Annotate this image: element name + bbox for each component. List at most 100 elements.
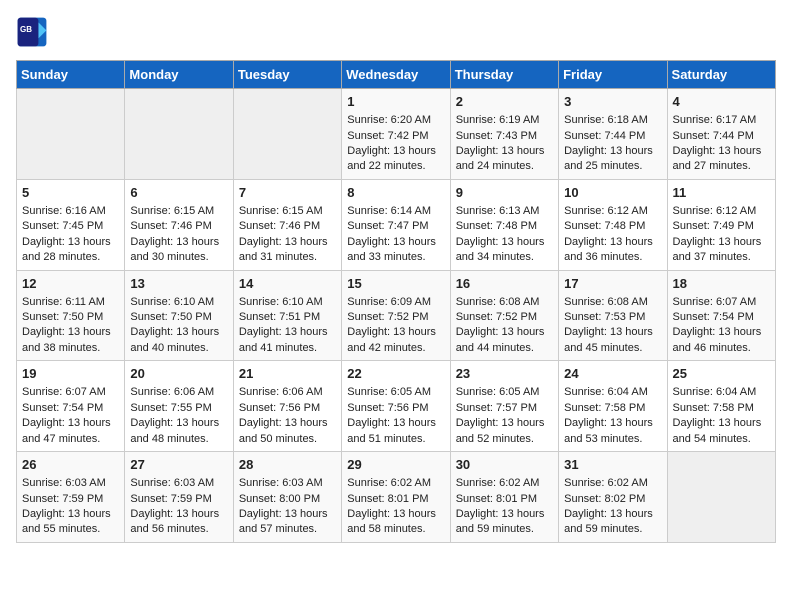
sunrise: Sunrise: 6:18 AM xyxy=(564,114,648,126)
sunrise: Sunrise: 6:04 AM xyxy=(673,386,757,398)
sunset: Sunset: 8:00 PM xyxy=(239,493,320,505)
calendar-day-cell: 31Sunrise: 6:02 AMSunset: 8:02 PMDayligh… xyxy=(559,452,667,543)
sunrise: Sunrise: 6:10 AM xyxy=(130,296,214,308)
calendar-table: SundayMondayTuesdayWednesdayThursdayFrid… xyxy=(16,60,776,543)
day-number: 29 xyxy=(347,456,444,474)
day-number: 30 xyxy=(456,456,553,474)
day-number: 12 xyxy=(22,275,119,293)
sunset: Sunset: 7:44 PM xyxy=(564,130,645,142)
sunset: Sunset: 7:48 PM xyxy=(456,220,537,232)
daylight: Daylight: 13 hours and 54 minutes. xyxy=(673,417,762,444)
sunrise: Sunrise: 6:03 AM xyxy=(130,477,214,489)
calendar-week-row: 1 Sunrise: 6:20 AM Sunset: 7:42 PM Daylight… xyxy=(17,89,776,180)
calendar-day-cell: 19Sunrise: 6:07 AMSunset: 7:54 PMDayligh… xyxy=(17,361,125,452)
sunrise: Sunrise: 6:03 AM xyxy=(239,477,323,489)
daylight: Daylight: 13 hours and 47 minutes. xyxy=(22,417,111,444)
sunrise: Sunrise: 6:02 AM xyxy=(347,477,431,489)
sunset: Sunset: 7:55 PM xyxy=(130,402,211,414)
calendar-day-cell: 12Sunrise: 6:11 AMSunset: 7:50 PMDayligh… xyxy=(17,270,125,361)
calendar-day-cell: 20Sunrise: 6:06 AMSunset: 7:55 PMDayligh… xyxy=(125,361,233,452)
logo: GB xyxy=(16,16,52,48)
calendar-day-cell: 10Sunrise: 6:12 AMSunset: 7:48 PMDayligh… xyxy=(559,179,667,270)
calendar-day-cell: 6Sunrise: 6:15 AMSunset: 7:46 PMDaylight… xyxy=(125,179,233,270)
weekday-header: Thursday xyxy=(450,61,558,89)
calendar-header: SundayMondayTuesdayWednesdayThursdayFrid… xyxy=(17,61,776,89)
sunset: Sunset: 7:59 PM xyxy=(22,493,103,505)
sunset: Sunset: 7:47 PM xyxy=(347,220,428,232)
sunrise: Sunrise: 6:15 AM xyxy=(239,205,323,217)
day-number: 4 xyxy=(673,93,770,111)
sunrise: Sunrise: 6:09 AM xyxy=(347,296,431,308)
daylight: Daylight: 13 hours and 45 minutes. xyxy=(564,326,653,353)
sunset: Sunset: 7:50 PM xyxy=(130,311,211,323)
sunrise: Sunrise: 6:06 AM xyxy=(239,386,323,398)
day-number: 5 xyxy=(22,184,119,202)
sunset: Sunset: 7:56 PM xyxy=(239,402,320,414)
daylight: Daylight: 13 hours and 34 minutes. xyxy=(456,236,545,263)
sunrise: Sunrise: 6:16 AM xyxy=(22,205,106,217)
daylight: Daylight: 13 hours and 42 minutes. xyxy=(347,326,436,353)
sunrise: Sunrise: 6:19 AM xyxy=(456,114,540,126)
sunset: Sunset: 7:42 PM xyxy=(347,130,428,142)
sunset: Sunset: 7:50 PM xyxy=(22,311,103,323)
sunrise: Sunrise: 6:10 AM xyxy=(239,296,323,308)
calendar-day-cell: 1 Sunrise: 6:20 AM Sunset: 7:42 PM Daylight… xyxy=(342,89,450,180)
day-number: 14 xyxy=(239,275,336,293)
sunset: Sunset: 7:59 PM xyxy=(130,493,211,505)
sunrise: Sunrise: 6:07 AM xyxy=(673,296,757,308)
calendar-week-row: 12 Sunrise: 6:11 AM Sunset: 7:50 PM Dayligh… xyxy=(17,270,776,361)
daylight: Daylight: 13 hours and 59 minutes. xyxy=(564,508,653,535)
sunrise: Sunrise: 6:15 AM xyxy=(130,205,214,217)
sunset: Sunset: 7:49 PM xyxy=(673,220,754,232)
calendar-day-cell: 28Sunrise: 6:03 AMSunset: 8:00 PMDayligh… xyxy=(233,452,341,543)
sunset: Sunset: 7:44 PM xyxy=(673,130,754,142)
sunset: Sunset: 7:54 PM xyxy=(673,311,754,323)
day-number: 23 xyxy=(456,365,553,383)
sunrise: Sunrise: 6:08 AM xyxy=(564,296,648,308)
day-number: 1 xyxy=(347,93,444,111)
day-number: 24 xyxy=(564,365,661,383)
sunset: Sunset: 7:58 PM xyxy=(564,402,645,414)
sunrise: Sunrise: 6:11 AM xyxy=(22,296,105,308)
calendar-day-cell: 16Sunrise: 6:08 AMSunset: 7:52 PMDayligh… xyxy=(450,270,558,361)
calendar-day-cell: 23Sunrise: 6:05 AMSunset: 7:57 PMDayligh… xyxy=(450,361,558,452)
calendar-body: 1 Sunrise: 6:20 AM Sunset: 7:42 PM Daylight… xyxy=(17,89,776,543)
calendar-day-cell xyxy=(233,89,341,180)
day-number: 8 xyxy=(347,184,444,202)
day-number: 6 xyxy=(130,184,227,202)
daylight: Daylight: 13 hours and 40 minutes. xyxy=(130,326,219,353)
sunrise: Sunrise: 6:12 AM xyxy=(564,205,648,217)
calendar-day-cell xyxy=(17,89,125,180)
calendar-day-cell: 27Sunrise: 6:03 AMSunset: 7:59 PMDayligh… xyxy=(125,452,233,543)
sunrise: Sunrise: 6:14 AM xyxy=(347,205,431,217)
calendar-day-cell: 3Sunrise: 6:18 AMSunset: 7:44 PMDaylight… xyxy=(559,89,667,180)
daylight: Daylight: 13 hours and 22 minutes. xyxy=(347,145,436,172)
calendar-week-row: 5 Sunrise: 6:16 AM Sunset: 7:45 PM Daylight… xyxy=(17,179,776,270)
sunset: Sunset: 7:54 PM xyxy=(22,402,103,414)
daylight: Daylight: 13 hours and 37 minutes. xyxy=(673,236,762,263)
daylight: Daylight: 13 hours and 51 minutes. xyxy=(347,417,436,444)
sunrise: Sunrise: 6:03 AM xyxy=(22,477,106,489)
sunset: Sunset: 7:58 PM xyxy=(673,402,754,414)
sunrise: Sunrise: 6:13 AM xyxy=(456,205,540,217)
sunset: Sunset: 7:45 PM xyxy=(22,220,103,232)
sunset: Sunset: 7:46 PM xyxy=(239,220,320,232)
sunrise: Sunrise: 6:05 AM xyxy=(456,386,540,398)
page-header: GB xyxy=(16,16,776,48)
calendar-day-cell: 21Sunrise: 6:06 AMSunset: 7:56 PMDayligh… xyxy=(233,361,341,452)
daylight: Daylight: 13 hours and 31 minutes. xyxy=(239,236,328,263)
weekday-header: Sunday xyxy=(17,61,125,89)
sunset: Sunset: 7:57 PM xyxy=(456,402,537,414)
sunset: Sunset: 7:46 PM xyxy=(130,220,211,232)
calendar-day-cell: 29Sunrise: 6:02 AMSunset: 8:01 PMDayligh… xyxy=(342,452,450,543)
calendar-week-row: 26Sunrise: 6:03 AMSunset: 7:59 PMDayligh… xyxy=(17,452,776,543)
sunrise: Sunrise: 6:06 AM xyxy=(130,386,214,398)
weekday-header: Friday xyxy=(559,61,667,89)
day-number: 11 xyxy=(673,184,770,202)
calendar-week-row: 19Sunrise: 6:07 AMSunset: 7:54 PMDayligh… xyxy=(17,361,776,452)
calendar-day-cell: 24Sunrise: 6:04 AMSunset: 7:58 PMDayligh… xyxy=(559,361,667,452)
sunrise: Sunrise: 6:20 AM xyxy=(347,114,431,126)
daylight: Daylight: 13 hours and 55 minutes. xyxy=(22,508,111,535)
day-number: 2 xyxy=(456,93,553,111)
calendar-day-cell: 8Sunrise: 6:14 AMSunset: 7:47 PMDaylight… xyxy=(342,179,450,270)
